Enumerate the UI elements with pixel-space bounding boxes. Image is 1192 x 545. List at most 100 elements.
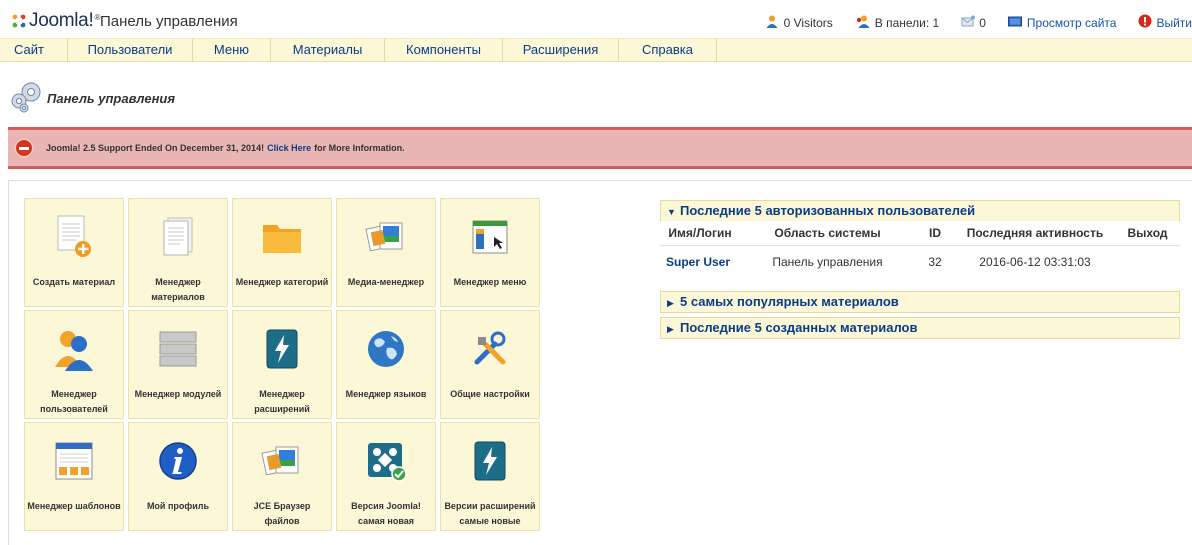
gears-icon xyxy=(10,79,44,118)
caret-right-icon: ▶ xyxy=(667,324,674,334)
module-popular-articles[interactable]: ▶ 5 самых популярных материалов xyxy=(660,291,1180,313)
tile-jce-file-browser[interactable]: JCE Браузер файлов xyxy=(232,422,332,531)
tile-my-profile[interactable]: Мой профиль xyxy=(128,422,228,531)
caret-down-icon: ▼ xyxy=(667,207,676,217)
notice-click-here-link[interactable]: Click Here xyxy=(267,143,311,153)
column-header-area: Область системы xyxy=(740,221,915,246)
admins-status: В панели: 1 xyxy=(855,15,939,31)
folder-icon xyxy=(233,213,331,261)
top-header: Joomla! ® Панель управления 0 Visitors В… xyxy=(0,0,1192,38)
joomla-check-icon xyxy=(337,437,435,485)
extension-bolt-icon xyxy=(233,325,331,373)
notice-text: Joomla! 2.5 Support Ended On December 31… xyxy=(46,143,265,153)
menu-item-content[interactable]: Материалы xyxy=(271,39,385,62)
globe-icon xyxy=(337,325,435,373)
menu-item-site[interactable]: Сайт xyxy=(0,39,68,62)
media-icon xyxy=(337,213,435,261)
menu-item-help[interactable]: Справка xyxy=(619,39,717,62)
tile-extension-manager[interactable]: Менеджер расширений xyxy=(232,310,332,419)
site-title: Панель управления xyxy=(100,13,238,30)
view-site-label: Просмотр сайта xyxy=(1026,15,1117,30)
visitors-status: 0 Visitors xyxy=(766,15,833,31)
page-title-row: Панель управления xyxy=(10,80,175,116)
tile-label: Общие настройки xyxy=(450,389,530,399)
column-header-logout: Выход xyxy=(1115,221,1180,246)
support-ended-notice: Joomla! 2.5 Support Ended On December 31… xyxy=(8,127,1192,169)
module-logged-users-header[interactable]: ▼ Последние 5 авторизованных пользователе… xyxy=(660,200,1180,222)
tools-icon xyxy=(441,325,539,373)
user-id: 32 xyxy=(928,255,942,270)
tile-label: Менеджер языков xyxy=(345,389,427,399)
tile-category-manager[interactable]: Менеджер категорий xyxy=(232,198,332,307)
visitors-count: 0 Visitors xyxy=(783,15,833,30)
menu-item-users[interactable]: Пользователи xyxy=(68,39,193,62)
tile-module-manager[interactable]: Менеджер модулей xyxy=(128,310,228,419)
view-site-link[interactable]: Просмотр сайта xyxy=(1007,15,1117,30)
tile-label: Менеджер категорий xyxy=(235,277,329,287)
module-title: Последние 5 авторизованных пользователей xyxy=(680,203,976,218)
tile-global-config[interactable]: Общие настройки xyxy=(440,310,540,419)
menu-item-menus[interactable]: Меню xyxy=(193,39,271,62)
column-header-id: ID xyxy=(915,221,955,246)
caret-right-icon: ▶ xyxy=(667,298,674,308)
stop-icon xyxy=(14,138,34,158)
joomla-logo-icon xyxy=(12,14,26,28)
logged-users-table: Имя/Логин Область системы ID Последняя а… xyxy=(660,221,1180,279)
module-header-row: ▶ Последние 5 созданных материалов xyxy=(661,318,1179,338)
messages-count: 0 xyxy=(979,15,986,30)
mail-icon xyxy=(961,15,976,30)
tile-label: Создать материал xyxy=(32,277,116,287)
template-icon xyxy=(25,437,123,485)
status-bar: 0 Visitors В панели: 1 0 Просмотр сайта … xyxy=(766,14,1192,31)
tile-label: Менеджер меню xyxy=(453,277,527,287)
tile-label: Менеджер шаблонов xyxy=(27,501,121,511)
tile-menu-manager[interactable]: Менеджер меню xyxy=(440,198,540,307)
menu-item-components[interactable]: Компоненты xyxy=(385,39,503,62)
tile-label: Менеджер модулей xyxy=(134,389,222,399)
tile-label: Версии расширений самые новые xyxy=(444,501,536,526)
tile-template-manager[interactable]: Менеджер шаблонов xyxy=(24,422,124,531)
user-last-activity: 2016-06-12 03:31:03 xyxy=(979,255,1091,270)
main-menu-bar: Сайт Пользователи Меню Материалы Компоне… xyxy=(0,38,1192,62)
page-title: Панель управления xyxy=(47,90,176,106)
logo-text: Joomla! xyxy=(29,10,94,31)
user-name-link[interactable]: Super User xyxy=(660,245,740,279)
info-icon xyxy=(129,437,227,485)
logout-label: Выйти xyxy=(1156,15,1192,30)
module-header-row: ▶ 5 самых популярных материалов xyxy=(661,292,1179,312)
module-title: 5 самых популярных материалов xyxy=(680,294,899,309)
user-area: Панель управления xyxy=(772,255,883,270)
table-row: Super User Панель управления 32 2016-06-… xyxy=(660,245,1180,279)
module-latest-articles[interactable]: ▶ Последние 5 созданных материалов xyxy=(660,317,1180,339)
column-header-name: Имя/Логин xyxy=(660,221,740,246)
module-header-row: ▼ Последние 5 авторизованных пользователе… xyxy=(661,201,1179,221)
tile-extension-versions[interactable]: Версии расширений самые новые xyxy=(440,422,540,531)
tile-joomla-version[interactable]: Версия Joomla! самая новая xyxy=(336,422,436,531)
tile-create-article[interactable]: Создать материал xyxy=(24,198,124,307)
admin-users-icon xyxy=(855,15,871,31)
articles-icon xyxy=(129,213,227,261)
media-icon xyxy=(233,437,331,485)
notice-text-after: for More Information. xyxy=(314,143,405,153)
tile-label: Менеджер расширений xyxy=(254,389,310,414)
admins-count: В панели: 1 xyxy=(874,15,940,30)
modules-icon xyxy=(129,325,227,373)
joomla-logo[interactable]: Joomla! ® xyxy=(12,10,100,32)
tile-label: Менеджер пользователей xyxy=(40,389,108,414)
module-title: Последние 5 созданных материалов xyxy=(680,320,918,335)
logout-link[interactable]: Выйти xyxy=(1138,14,1192,31)
extension-bolt-icon xyxy=(441,437,539,485)
tile-label: Мой профиль xyxy=(146,501,210,511)
tile-user-manager[interactable]: Менеджер пользователей xyxy=(24,310,124,419)
menu-item-extensions[interactable]: Расширения xyxy=(503,39,619,62)
monitor-icon xyxy=(1007,16,1023,30)
tile-media-manager[interactable]: Медиа-менеджер xyxy=(336,198,436,307)
logout-icon xyxy=(1138,14,1152,31)
visitor-user-icon xyxy=(766,15,780,31)
user-logout-cell xyxy=(1115,245,1180,279)
tile-label: Медиа-менеджер xyxy=(347,277,425,287)
tile-language-manager[interactable]: Менеджер языков xyxy=(336,310,436,419)
column-header-last-activity: Последняя активность xyxy=(955,221,1115,246)
messages-status[interactable]: 0 xyxy=(961,15,986,30)
tile-article-manager[interactable]: Менеджер материалов xyxy=(128,198,228,307)
